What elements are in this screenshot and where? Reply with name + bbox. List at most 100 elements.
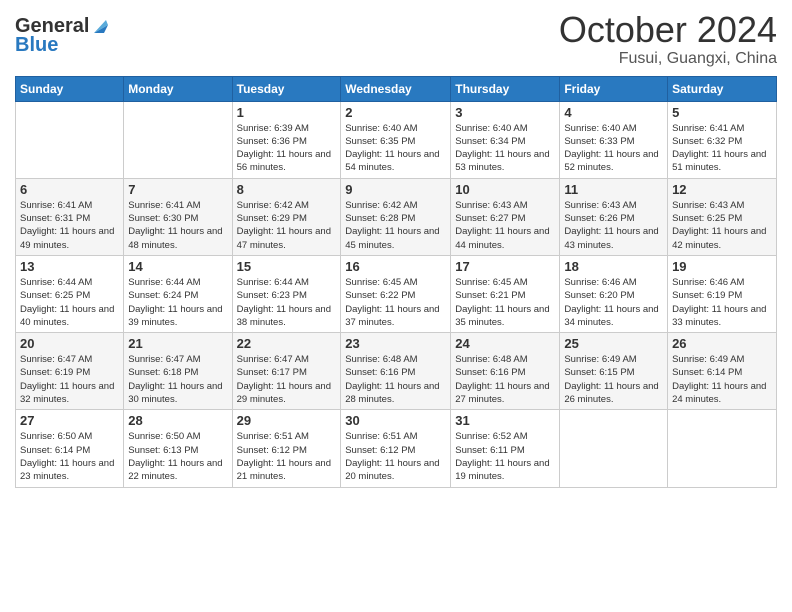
logo-icon — [90, 15, 112, 37]
day-info: Sunrise: 6:40 AM Sunset: 6:33 PM Dayligh… — [564, 122, 663, 175]
day-info: Sunrise: 6:44 AM Sunset: 6:25 PM Dayligh… — [20, 276, 119, 329]
day-info: Sunrise: 6:41 AM Sunset: 6:30 PM Dayligh… — [128, 199, 227, 252]
calendar-cell: 1Sunrise: 6:39 AM Sunset: 6:36 PM Daylig… — [232, 101, 341, 178]
calendar-cell: 13 Sunrise: 6:44 AM Sunset: 6:25 PM Dayli… — [16, 255, 124, 332]
calendar-cell: 12Sunrise: 6:43 AM Sunset: 6:25 PM Dayli… — [668, 178, 777, 255]
day-number: 4 — [564, 105, 663, 120]
day-number: 5 — [672, 105, 772, 120]
calendar-cell: 11 Sunrise: 6:43 AM Sunset: 6:26 PM Dayli… — [560, 178, 668, 255]
calendar-cell: 4 Sunrise: 6:40 AM Sunset: 6:33 PM Daylig… — [560, 101, 668, 178]
calendar-cell: 31 Sunrise: 6:52 AM Sunset: 6:11 PM Dayli… — [451, 410, 560, 487]
day-number: 20 — [20, 336, 119, 351]
day-number: 31 — [455, 413, 555, 428]
day-number: 6 — [20, 182, 119, 197]
calendar-cell: 6 Sunrise: 6:41 AM Sunset: 6:31 PM Daylig… — [16, 178, 124, 255]
day-number: 11 — [564, 182, 663, 197]
day-info: Sunrise: 6:44 AM Sunset: 6:24 PM Dayligh… — [128, 276, 227, 329]
calendar-cell: 7 Sunrise: 6:41 AM Sunset: 6:30 PM Daylig… — [124, 178, 232, 255]
calendar-cell: 17Sunrise: 6:45 AM Sunset: 6:21 PM Dayli… — [451, 255, 560, 332]
day-info: Sunrise: 6:40 AM Sunset: 6:35 PM Dayligh… — [345, 122, 446, 175]
day-info: Sunrise: 6:52 AM Sunset: 6:11 PM Dayligh… — [455, 430, 555, 483]
header-wednesday: Wednesday — [341, 76, 451, 101]
calendar-cell — [16, 101, 124, 178]
calendar-cell: 16Sunrise: 6:45 AM Sunset: 6:22 PM Dayli… — [341, 255, 451, 332]
calendar-cell: 15 Sunrise: 6:44 AM Sunset: 6:23 PM Dayli… — [232, 255, 341, 332]
calendar-cell — [560, 410, 668, 487]
day-number: 13 — [20, 259, 119, 274]
calendar-table: Sunday Monday Tuesday Wednesday Thursday… — [15, 76, 777, 488]
day-number: 9 — [345, 182, 446, 197]
weekday-header-row: Sunday Monday Tuesday Wednesday Thursday… — [16, 76, 777, 101]
calendar-cell: 24Sunrise: 6:48 AM Sunset: 6:16 PM Dayli… — [451, 333, 560, 410]
calendar-location: Fusui, Guangxi, China — [559, 50, 777, 68]
calendar-cell — [124, 101, 232, 178]
calendar-cell: 9 Sunrise: 6:42 AM Sunset: 6:28 PM Daylig… — [341, 178, 451, 255]
calendar-cell: 20 Sunrise: 6:47 AM Sunset: 6:19 PM Dayli… — [16, 333, 124, 410]
calendar-week-1: 1Sunrise: 6:39 AM Sunset: 6:36 PM Daylig… — [16, 101, 777, 178]
header-thursday: Thursday — [451, 76, 560, 101]
day-info: Sunrise: 6:47 AM Sunset: 6:19 PM Dayligh… — [20, 353, 119, 406]
calendar-cell: 30 Sunrise: 6:51 AM Sunset: 6:12 PM Dayli… — [341, 410, 451, 487]
day-info: Sunrise: 6:44 AM Sunset: 6:23 PM Dayligh… — [237, 276, 337, 329]
day-info: Sunrise: 6:51 AM Sunset: 6:12 PM Dayligh… — [345, 430, 446, 483]
day-info: Sunrise: 6:42 AM Sunset: 6:28 PM Dayligh… — [345, 199, 446, 252]
day-info: Sunrise: 6:39 AM Sunset: 6:36 PM Dayligh… — [237, 122, 337, 175]
day-number: 19 — [672, 259, 772, 274]
day-info: Sunrise: 6:50 AM Sunset: 6:14 PM Dayligh… — [20, 430, 119, 483]
calendar-cell — [668, 410, 777, 487]
calendar-week-3: 13 Sunrise: 6:44 AM Sunset: 6:25 PM Dayli… — [16, 255, 777, 332]
header: General Blue October 2024 Fusui, Guangxi… — [15, 10, 777, 68]
day-number: 30 — [345, 413, 446, 428]
calendar-cell: 19Sunrise: 6:46 AM Sunset: 6:19 PM Dayli… — [668, 255, 777, 332]
day-number: 2 — [345, 105, 446, 120]
calendar-cell: 22Sunrise: 6:47 AM Sunset: 6:17 PM Dayli… — [232, 333, 341, 410]
day-info: Sunrise: 6:41 AM Sunset: 6:31 PM Dayligh… — [20, 199, 119, 252]
day-number: 14 — [128, 259, 227, 274]
day-number: 25 — [564, 336, 663, 351]
day-number: 26 — [672, 336, 772, 351]
day-number: 23 — [345, 336, 446, 351]
title-block: October 2024 Fusui, Guangxi, China — [559, 10, 777, 68]
day-number: 8 — [237, 182, 337, 197]
calendar-cell: 23 Sunrise: 6:48 AM Sunset: 6:16 PM Dayli… — [341, 333, 451, 410]
day-number: 16 — [345, 259, 446, 274]
header-monday: Monday — [124, 76, 232, 101]
calendar-week-2: 6 Sunrise: 6:41 AM Sunset: 6:31 PM Daylig… — [16, 178, 777, 255]
calendar-cell: 10Sunrise: 6:43 AM Sunset: 6:27 PM Dayli… — [451, 178, 560, 255]
header-friday: Friday — [560, 76, 668, 101]
day-info: Sunrise: 6:48 AM Sunset: 6:16 PM Dayligh… — [345, 353, 446, 406]
day-number: 10 — [455, 182, 555, 197]
day-info: Sunrise: 6:40 AM Sunset: 6:34 PM Dayligh… — [455, 122, 555, 175]
day-info: Sunrise: 6:43 AM Sunset: 6:25 PM Dayligh… — [672, 199, 772, 252]
calendar-cell: 18Sunrise: 6:46 AM Sunset: 6:20 PM Dayli… — [560, 255, 668, 332]
day-info: Sunrise: 6:51 AM Sunset: 6:12 PM Dayligh… — [237, 430, 337, 483]
day-number: 3 — [455, 105, 555, 120]
calendar-cell: 26 Sunrise: 6:49 AM Sunset: 6:14 PM Dayli… — [668, 333, 777, 410]
day-number: 15 — [237, 259, 337, 274]
header-saturday: Saturday — [668, 76, 777, 101]
calendar-cell: 8 Sunrise: 6:42 AM Sunset: 6:29 PM Daylig… — [232, 178, 341, 255]
calendar-cell: 27 Sunrise: 6:50 AM Sunset: 6:14 PM Dayli… — [16, 410, 124, 487]
day-info: Sunrise: 6:48 AM Sunset: 6:16 PM Dayligh… — [455, 353, 555, 406]
day-number: 21 — [128, 336, 227, 351]
calendar-cell: 3 Sunrise: 6:40 AM Sunset: 6:34 PM Daylig… — [451, 101, 560, 178]
day-info: Sunrise: 6:46 AM Sunset: 6:20 PM Dayligh… — [564, 276, 663, 329]
day-info: Sunrise: 6:43 AM Sunset: 6:26 PM Dayligh… — [564, 199, 663, 252]
calendar-cell: 29Sunrise: 6:51 AM Sunset: 6:12 PM Dayli… — [232, 410, 341, 487]
day-info: Sunrise: 6:50 AM Sunset: 6:13 PM Dayligh… — [128, 430, 227, 483]
day-info: Sunrise: 6:47 AM Sunset: 6:17 PM Dayligh… — [237, 353, 337, 406]
calendar-title: October 2024 — [559, 10, 777, 50]
calendar-week-4: 20 Sunrise: 6:47 AM Sunset: 6:19 PM Dayli… — [16, 333, 777, 410]
day-number: 27 — [20, 413, 119, 428]
day-info: Sunrise: 6:49 AM Sunset: 6:14 PM Dayligh… — [672, 353, 772, 406]
calendar-page: General Blue October 2024 Fusui, Guangxi… — [0, 0, 792, 612]
day-info: Sunrise: 6:42 AM Sunset: 6:29 PM Dayligh… — [237, 199, 337, 252]
calendar-cell: 25Sunrise: 6:49 AM Sunset: 6:15 PM Dayli… — [560, 333, 668, 410]
calendar-week-5: 27 Sunrise: 6:50 AM Sunset: 6:14 PM Dayli… — [16, 410, 777, 487]
day-number: 28 — [128, 413, 227, 428]
header-tuesday: Tuesday — [232, 76, 341, 101]
day-info: Sunrise: 6:41 AM Sunset: 6:32 PM Dayligh… — [672, 122, 772, 175]
calendar-cell: 28 Sunrise: 6:50 AM Sunset: 6:13 PM Dayli… — [124, 410, 232, 487]
day-number: 7 — [128, 182, 227, 197]
day-info: Sunrise: 6:45 AM Sunset: 6:21 PM Dayligh… — [455, 276, 555, 329]
